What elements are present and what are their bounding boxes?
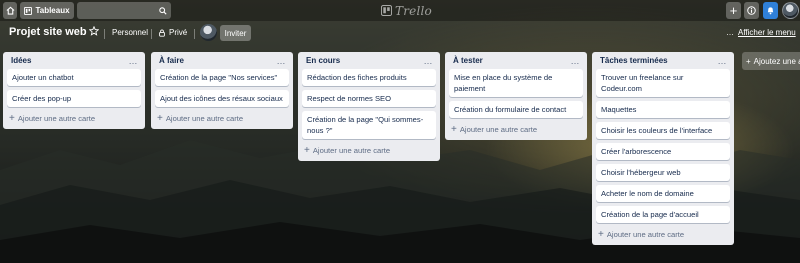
add-card-button[interactable]: + Ajouter une autre carte	[7, 111, 141, 125]
card[interactable]: Mise en place du système de paiement	[449, 69, 583, 97]
add-card-button[interactable]: + Ajouter une autre carte	[302, 143, 436, 157]
boards-label: Tableaux	[35, 6, 70, 15]
info-button[interactable]	[744, 2, 759, 19]
add-card-label: Ajouter une autre carte	[165, 113, 244, 123]
list-header[interactable]: En cours …	[302, 52, 436, 69]
workspace-button[interactable]: Personnel	[112, 28, 148, 37]
list-header[interactable]: Tâches terminées …	[596, 52, 730, 69]
home-icon	[6, 6, 14, 15]
show-menu-button[interactable]: … Afficher le menu	[726, 28, 796, 37]
list-in-progress: En cours … Rédaction des fiches produits…	[298, 52, 440, 161]
add-card-label: Ajouter une autre carte	[606, 229, 685, 239]
visibility-button[interactable]: Privé	[158, 28, 187, 37]
app-header: Tableaux Trello +	[0, 0, 800, 21]
search-input[interactable]	[77, 2, 157, 19]
add-card-label: Ajouter une autre carte	[17, 113, 96, 123]
member-avatar[interactable]	[200, 24, 217, 41]
star-icon	[89, 26, 99, 36]
card[interactable]: Ajout des icônes des résaux sociaux	[155, 90, 289, 107]
list-header[interactable]: À faire …	[155, 52, 289, 69]
list-to-test: À tester … Mise en place du système de p…	[445, 52, 587, 140]
header-divider	[194, 29, 195, 39]
card[interactable]: Ajouter un chatbot	[7, 69, 141, 86]
plus-icon: +	[729, 3, 738, 18]
list-title: À tester	[453, 56, 483, 65]
trello-logo-icon	[381, 5, 392, 16]
card[interactable]: Choisir l'hébergeur web	[596, 164, 730, 181]
create-button[interactable]: +	[726, 2, 741, 19]
add-card-label: Ajouter une autre carte	[312, 145, 391, 155]
show-menu-label: Afficher le menu	[738, 28, 796, 37]
add-card-button[interactable]: + Ajouter une autre carte	[155, 111, 289, 125]
info-icon	[747, 6, 756, 15]
header-divider	[151, 29, 152, 39]
home-button[interactable]	[3, 2, 17, 19]
ellipsis-icon: …	[726, 28, 734, 37]
user-avatar[interactable]	[782, 2, 799, 19]
card[interactable]: Création de la page "Nos services"	[155, 69, 289, 86]
workspace-label: Personnel	[112, 28, 149, 37]
board-title[interactable]: Projet site web	[9, 26, 87, 38]
boards-icon	[24, 6, 33, 15]
card[interactable]: Respect de normes SEO	[302, 90, 436, 107]
card[interactable]: Créer des pop-up	[7, 90, 141, 107]
lock-icon	[159, 29, 165, 37]
list-title: À faire	[159, 56, 184, 65]
plus-icon: +	[157, 112, 163, 124]
logo-text: Trello	[395, 3, 432, 18]
plus-icon: +	[451, 123, 457, 135]
list-todo: À faire … Création de la page "Nos servi…	[151, 52, 293, 129]
plus-icon: +	[9, 112, 15, 124]
header-divider	[104, 29, 105, 39]
list-header[interactable]: Idées …	[7, 52, 141, 69]
list-ideas: Idées … Ajouter un chatbot Créer des pop…	[3, 52, 145, 129]
card[interactable]: Choisir les couleurs de l'interface	[596, 122, 730, 139]
list-title: Idées	[11, 56, 32, 65]
boards-button[interactable]: Tableaux	[20, 2, 74, 19]
list-header[interactable]: À tester …	[449, 52, 583, 69]
plus-icon: +	[304, 144, 310, 156]
plus-icon: +	[598, 228, 604, 240]
card[interactable]: Trouver un freelance sur Codeur.com	[596, 69, 730, 97]
card[interactable]: Création de la page d'accueil	[596, 206, 730, 223]
card[interactable]: Acheter le nom de domaine	[596, 185, 730, 202]
add-list-label: Ajoutez une autre liste	[753, 56, 800, 66]
list-title: En cours	[306, 56, 341, 65]
list-menu-icon[interactable]: …	[129, 56, 139, 65]
plus-icon: +	[746, 56, 751, 66]
card[interactable]: Maquettes	[596, 101, 730, 118]
add-card-label: Ajouter une autre carte	[459, 124, 538, 134]
list-menu-icon[interactable]: …	[571, 56, 581, 65]
list-menu-icon[interactable]: …	[424, 56, 434, 65]
list-title: Tâches terminées	[600, 56, 668, 65]
add-card-button[interactable]: + Ajouter une autre carte	[596, 227, 730, 241]
card[interactable]: Créer l'arborescence	[596, 143, 730, 160]
list-done: Tâches terminées … Trouver un freelance …	[592, 52, 734, 245]
invite-button[interactable]: Inviter	[220, 25, 251, 41]
search-box[interactable]	[77, 2, 171, 19]
notifications-button[interactable]	[763, 2, 778, 19]
card[interactable]: Rédaction des fiches produits	[302, 69, 436, 86]
visibility-label: Privé	[169, 28, 188, 37]
list-menu-icon[interactable]: …	[277, 56, 287, 65]
list-menu-icon[interactable]: …	[718, 56, 728, 65]
trello-logo[interactable]: Trello	[381, 3, 432, 18]
add-list-button[interactable]: + Ajoutez une autre liste	[742, 52, 800, 70]
search-icon	[159, 6, 167, 15]
bell-icon	[767, 7, 774, 15]
star-button[interactable]	[89, 26, 99, 36]
card[interactable]: Création du formulaire de contact	[449, 101, 583, 118]
add-card-button[interactable]: + Ajouter une autre carte	[449, 122, 583, 136]
card[interactable]: Création de la page "Qui sommes-nous ?"	[302, 111, 436, 139]
